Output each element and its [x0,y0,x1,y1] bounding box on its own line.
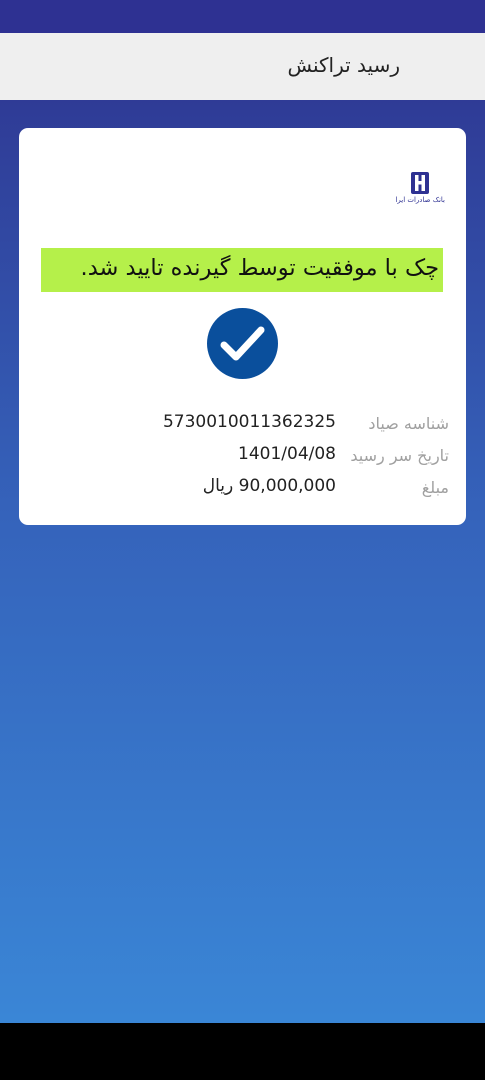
detail-value: 5730010011362325 [162,412,336,432]
app-bar: رسید تراکنش [0,33,485,100]
check-circle-icon [207,308,278,379]
detail-row-sayad-id: شناسه صیاد 5730010011362325 [19,412,466,444]
detail-row-amount: مبلغ 90,000,000 ریال [19,476,466,508]
detail-label: مبلغ [421,478,449,497]
status-bar [0,0,485,33]
page-title: رسید تراکنش [287,53,400,77]
bank-logo: بانک صادرات ایران [395,170,445,208]
detail-value: 90,000,000 ریال [202,476,336,496]
success-message-text: چک با موفقیت توسط گیرنده تایید شد. [80,255,439,281]
detail-label: شناسه صیاد [368,414,449,433]
detail-value: 1401/04/08 [238,444,336,464]
navigation-bar [0,1023,485,1080]
success-message: چک با موفقیت توسط گیرنده تایید شد. [41,248,443,292]
detail-row-due-date: تاریخ سر رسید 1401/04/08 [19,444,466,476]
details-list: شناسه صیاد 5730010011362325 تاریخ سر رسی… [19,412,466,508]
bank-logo-icon [411,172,429,194]
receipt-card: بانک صادرات ایران چک با موفقیت توسط گیرن… [19,128,466,525]
bank-name: بانک صادرات ایران [395,196,445,204]
detail-label: تاریخ سر رسید [350,446,449,465]
